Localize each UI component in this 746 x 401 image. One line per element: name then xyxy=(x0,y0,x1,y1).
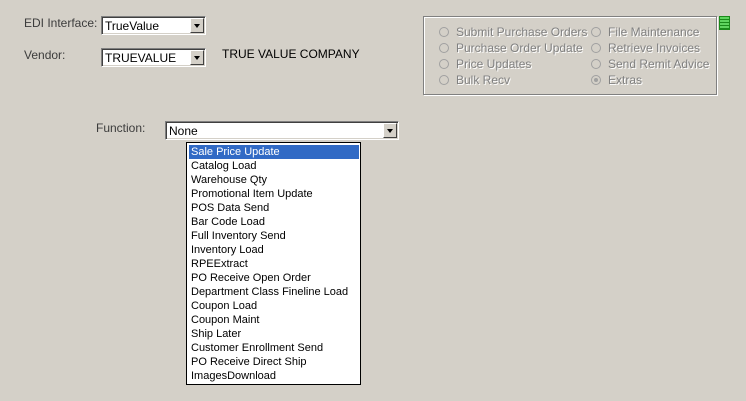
edi-interface-select[interactable]: TrueValue xyxy=(101,16,206,35)
function-dropdown-button[interactable] xyxy=(383,123,397,138)
list-item-inventory-load[interactable]: Inventory Load xyxy=(189,243,359,257)
vendor-name: TRUE VALUE COMPANY xyxy=(222,47,360,61)
list-item-bar-code-load[interactable]: Bar Code Load xyxy=(189,215,359,229)
radio-icon xyxy=(439,59,449,69)
list-item-full-inventory-send[interactable]: Full Inventory Send xyxy=(189,229,359,243)
radio-icon xyxy=(439,27,449,37)
radio-icon xyxy=(591,43,601,53)
option-label: Purchase Order Update xyxy=(456,41,583,55)
function-value: None xyxy=(169,124,198,138)
vendor-dropdown-button[interactable] xyxy=(190,50,204,65)
option-label: Retrieve Invoices xyxy=(608,41,701,55)
vendor-select[interactable]: TRUEVALUE xyxy=(101,48,206,67)
option-label: Send Remit Advice xyxy=(608,57,710,71)
list-item-warehouse-qty[interactable]: Warehouse Qty xyxy=(189,173,359,187)
option-label: File Maintenance xyxy=(608,25,700,39)
list-item-coupon-load[interactable]: Coupon Load xyxy=(189,299,359,313)
list-item-po-receive-open-order[interactable]: PO Receive Open Order xyxy=(189,271,359,285)
list-item-pos-data-send[interactable]: POS Data Send xyxy=(189,201,359,215)
edi-interface-value: TrueValue xyxy=(105,19,160,33)
list-item-rpeextract[interactable]: RPEExtract xyxy=(189,257,359,271)
chevron-down-icon xyxy=(194,24,200,28)
option-label: Bulk Recv xyxy=(456,73,511,87)
list-item-promotional-item-update[interactable]: Promotional Item Update xyxy=(189,187,359,201)
radio-icon xyxy=(591,59,601,69)
list-item-imagesdownload[interactable]: ImagesDownload xyxy=(189,369,359,383)
chevron-down-icon xyxy=(387,129,393,133)
option-label: Price Updates xyxy=(456,57,532,71)
vendor-value: TRUEVALUE xyxy=(105,51,177,65)
list-item-department-class-fineline-load[interactable]: Department Class Fineline Load xyxy=(189,285,359,299)
function-dropdown-list[interactable]: Sale Price Update Catalog Load Warehouse… xyxy=(186,142,361,385)
radio-icon xyxy=(439,75,449,85)
list-item-coupon-maint[interactable]: Coupon Maint xyxy=(189,313,359,327)
chevron-down-icon xyxy=(194,56,200,60)
radio-checked-icon xyxy=(591,75,601,85)
edi-interface-label: EDI Interface: xyxy=(24,16,98,30)
option-label: Extras xyxy=(608,73,643,87)
list-item-po-receive-direct-ship[interactable]: PO Receive Direct Ship xyxy=(189,355,359,369)
edi-dropdown-button[interactable] xyxy=(190,18,204,33)
vendor-label: Vendor: xyxy=(24,48,66,62)
function-select[interactable]: None xyxy=(165,121,399,140)
radio-icon xyxy=(591,27,601,37)
list-item-ship-later[interactable]: Ship Later xyxy=(189,327,359,341)
radio-icon xyxy=(439,43,449,53)
list-item-catalog-load[interactable]: Catalog Load xyxy=(189,159,359,173)
list-icon[interactable] xyxy=(719,16,730,30)
function-label: Function: xyxy=(96,121,146,135)
option-label: Submit Purchase Orders xyxy=(456,25,588,39)
list-item-customer-enrollment-send[interactable]: Customer Enrollment Send xyxy=(189,341,359,355)
list-item-sale-price-update[interactable]: Sale Price Update xyxy=(189,145,359,159)
